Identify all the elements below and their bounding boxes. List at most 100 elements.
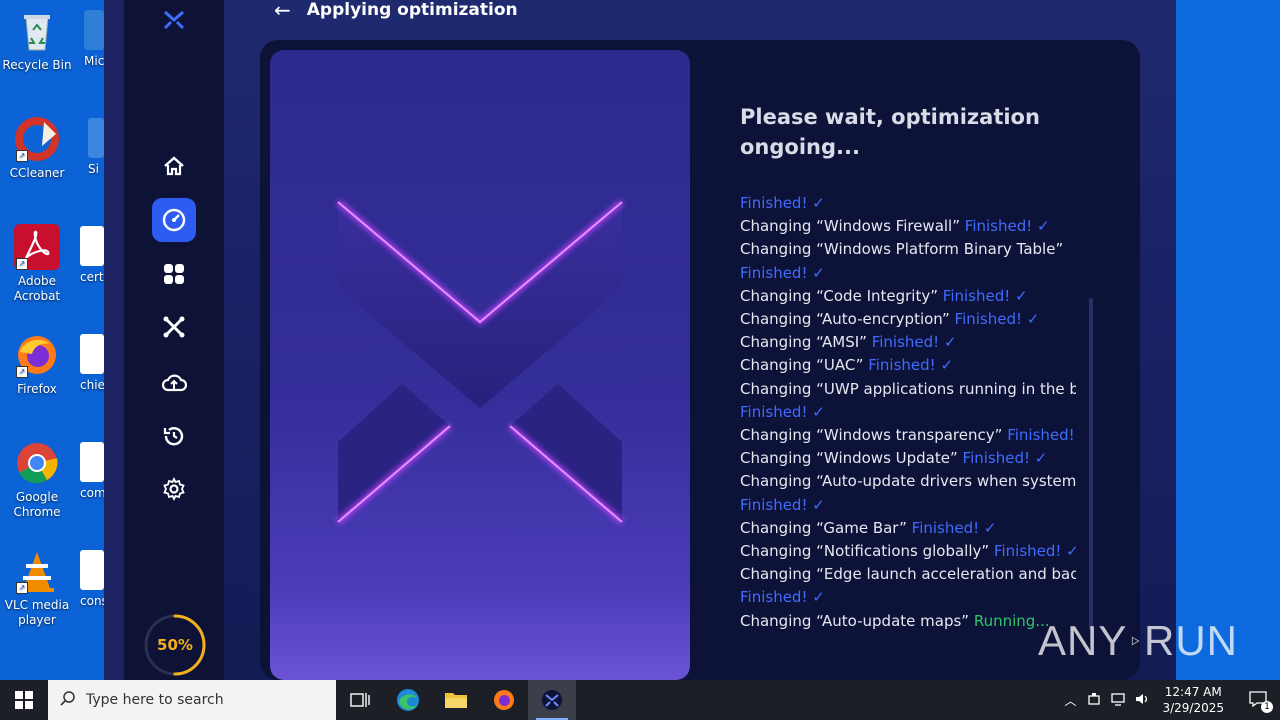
log-line-text: Changing “UAC” xyxy=(740,356,864,375)
taskbar: Type here to search ︿ 12:47 AM 3/29/2025… xyxy=(0,680,1280,720)
desktop-icon-google-chrome[interactable]: Google Chrome xyxy=(1,440,73,520)
log-line: Changing “Edge launch acceleration and b… xyxy=(740,563,1076,586)
log-line: Changing “Notifications globally” Finish… xyxy=(740,540,1076,563)
nav-optimization[interactable] xyxy=(152,198,196,242)
log-line-text: Changing “UWP applications running in th… xyxy=(740,379,1076,398)
status-finished: Finished! xyxy=(911,518,980,537)
back-arrow-icon[interactable]: ← xyxy=(274,0,291,20)
usb-device-icon[interactable] xyxy=(1082,692,1106,709)
log-line-text: Changing “Code Integrity” xyxy=(740,286,938,305)
checkmark-icon: ✓ xyxy=(807,263,825,282)
desktop-icon-label: CCleaner xyxy=(9,166,65,180)
start-button[interactable] xyxy=(0,680,48,720)
desktop-icon-partial[interactable]: Mic xyxy=(84,10,104,68)
log-line: Finished! ✓ xyxy=(740,262,1076,285)
checkmark-icon: ✓ xyxy=(1075,426,1076,444)
status-finished: Finished! xyxy=(1007,426,1075,445)
status-finished: Finished! xyxy=(964,217,1033,236)
clock-time: 12:47 AM xyxy=(1164,685,1222,699)
taskbar-edge[interactable] xyxy=(384,680,432,720)
task-view-button[interactable] xyxy=(336,680,384,720)
desktop-icon-adobe-acrobat[interactable]: ↗ Adobe Acrobat xyxy=(1,224,73,304)
log-line: Changing “UWP applications running in th… xyxy=(740,378,1076,401)
log-line: Finished! ✓ xyxy=(740,494,1076,517)
checkmark-icon: ✓ xyxy=(807,588,825,607)
nav-apps[interactable] xyxy=(152,252,196,296)
log-line: Changing “Code Integrity” Finished! ✓ xyxy=(740,285,1076,308)
log-line-text: Changing “AMSI” xyxy=(740,333,867,352)
desktop-icon-vlc-media-player[interactable]: ↗ VLC media player xyxy=(1,548,73,628)
firefox-icon: ↗ xyxy=(14,332,60,378)
task-view-icon xyxy=(350,693,370,707)
desktop-icon-label: Adobe Acrobat xyxy=(13,274,61,303)
checkmark-icon: ✓ xyxy=(1022,310,1040,329)
taskbar-firefox[interactable] xyxy=(480,680,528,720)
log-line-text: Changing “Windows transparency” xyxy=(740,426,1003,445)
desktop-icon-partial[interactable]: com xyxy=(80,442,106,500)
tools-icon xyxy=(163,316,185,338)
optimization-progress-ring: 50% xyxy=(142,612,208,678)
notification-center-button[interactable]: 1 xyxy=(1236,690,1280,713)
network-icon[interactable] xyxy=(1106,692,1130,709)
desktop-icon-label: Recycle Bin xyxy=(2,58,72,72)
vlc-icon: ↗ xyxy=(14,548,60,594)
ccleaner-icon: ↗ xyxy=(14,116,60,162)
acrobat-icon: ↗ xyxy=(14,224,60,270)
taskbar-search[interactable]: Type here to search xyxy=(48,680,336,720)
log-scrollbar[interactable] xyxy=(1089,298,1093,630)
log-line: Changing “Game Bar” Finished! ✓ xyxy=(740,517,1076,540)
status-finished: Finished! xyxy=(942,286,1011,305)
nav-history[interactable] xyxy=(152,414,196,458)
nav-home[interactable] xyxy=(152,144,196,188)
checkmark-icon: ✓ xyxy=(1032,217,1050,236)
log-line: Changing “Auto-encryption” Finished! ✓ xyxy=(740,308,1076,331)
log-line: Changing “Windows Firewall” Finished! ✓ xyxy=(740,215,1076,238)
checkmark-icon: ✓ xyxy=(979,518,997,537)
status-finished: Finished! xyxy=(871,333,940,352)
log-line-text: Changing “Notifications globally” xyxy=(740,542,990,561)
log-line-text: Changing “Windows Platform Binary Table” xyxy=(740,240,1064,259)
status-finished: Finished! xyxy=(954,310,1023,329)
nav-tools[interactable] xyxy=(152,305,196,349)
settings-icon xyxy=(163,477,185,501)
status-title: Please wait, optimization ongoing... xyxy=(740,105,1040,159)
log-line-text: Changing “Game Bar” xyxy=(740,518,907,537)
cloud-upload-icon xyxy=(161,374,187,392)
windows-logo-icon xyxy=(15,691,33,709)
volume-icon[interactable] xyxy=(1130,692,1154,709)
desktop-icon-partial[interactable]: certi xyxy=(80,226,107,284)
notification-badge: 1 xyxy=(1261,700,1273,713)
search-placeholder: Type here to search xyxy=(86,692,224,708)
app-logo-icon xyxy=(542,690,562,710)
history-icon xyxy=(163,427,184,446)
clock[interactable]: 12:47 AM 3/29/2025 xyxy=(1162,684,1224,716)
desktop-icon-firefox[interactable]: ↗ Firefox xyxy=(1,332,73,397)
nav-settings[interactable] xyxy=(152,467,196,511)
taskbar-optimizer-app[interactable] xyxy=(528,680,576,720)
log-line: Changing “Windows transparency” Finished… xyxy=(740,424,1076,447)
optimization-log: Finished! ✓ Changing “Windows Firewall” F… xyxy=(740,192,1076,632)
log-line: Finished! ✓ xyxy=(740,401,1076,424)
apps-grid-icon xyxy=(164,264,184,284)
nav-cloud-backup[interactable] xyxy=(152,361,196,405)
optimizer-app-window: 50% ← Applying optimization Please wait,… xyxy=(104,0,1176,680)
chevron-up-icon[interactable]: ︿ xyxy=(1058,692,1082,709)
desktop-icon-partial[interactable]: Si xyxy=(88,118,104,176)
status-finished: Finished! xyxy=(993,542,1062,561)
status-finished: Finished! xyxy=(962,449,1031,468)
log-line: Changing “Auto-update maps” Running... xyxy=(740,610,1076,632)
clock-date: 3/29/2025 xyxy=(1162,701,1224,715)
log-line: Changing “AMSI” Finished! ✓ xyxy=(740,331,1076,354)
log-line-text: Changing “Windows Firewall” xyxy=(740,217,960,236)
desktop-icon-recycle-bin[interactable]: Recycle Bin xyxy=(1,8,73,73)
checkmark-icon: ✓ xyxy=(1030,449,1048,468)
log-line: Changing “Windows Platform Binary Table” xyxy=(740,238,1076,261)
desktop-icon-label: VLC media player xyxy=(4,598,70,627)
status-finished: Finished! xyxy=(740,194,808,212)
desktop-icon-ccleaner[interactable]: ↗ CCleaner xyxy=(1,116,73,181)
status-finished: Finished! xyxy=(740,263,808,282)
anyrun-watermark: ANY RUN xyxy=(1038,610,1238,672)
taskbar-file-explorer[interactable] xyxy=(432,680,480,720)
desktop-icon-label: Firefox xyxy=(17,382,57,396)
speedometer-icon xyxy=(162,208,186,232)
